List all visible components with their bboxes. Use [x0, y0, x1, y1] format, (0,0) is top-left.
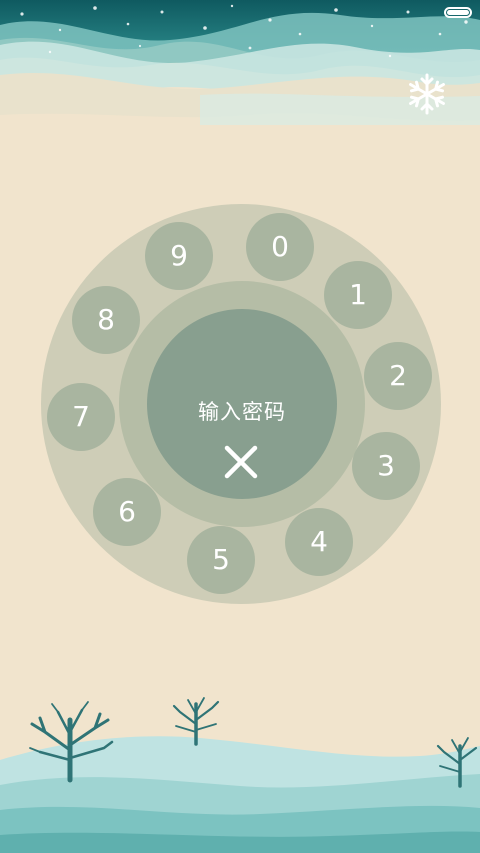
digit-button-0[interactable]: 0: [246, 213, 314, 281]
snowy-hills-landscape: [0, 697, 480, 853]
digit-button-1[interactable]: 1: [324, 261, 392, 329]
lock-screen: 输入密码 0 1 2 3 4 5 6 7 8 9: [0, 0, 480, 853]
digit-button-4[interactable]: 4: [285, 508, 353, 576]
password-prompt: 输入密码: [198, 400, 286, 424]
battery-full-icon: [444, 7, 472, 18]
digit-button-6[interactable]: 6: [93, 478, 161, 546]
close-icon[interactable]: [221, 442, 261, 482]
digit-button-5[interactable]: 5: [187, 526, 255, 594]
battery-level-fill: [447, 10, 469, 15]
digit-button-7[interactable]: 7: [47, 383, 115, 451]
snowflake-icon: [406, 73, 448, 115]
digit-button-2[interactable]: 2: [364, 342, 432, 410]
digit-button-9[interactable]: 9: [145, 222, 213, 290]
digit-button-3[interactable]: 3: [352, 432, 420, 500]
digit-button-8[interactable]: 8: [72, 286, 140, 354]
